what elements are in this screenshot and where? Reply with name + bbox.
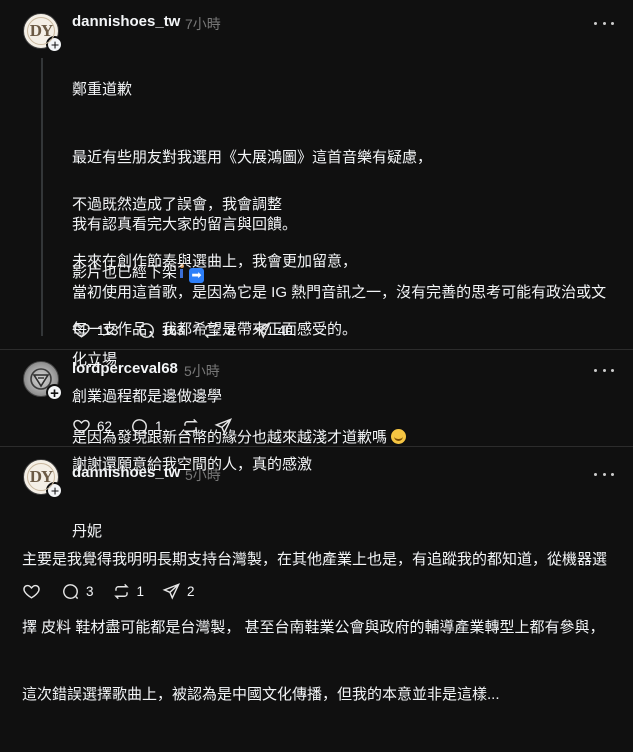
comment-count: 3 <box>86 584 94 599</box>
comment-icon <box>63 584 79 600</box>
like-button[interactable]: 62 <box>72 417 112 436</box>
avatar-logo-text: DY <box>29 21 54 40</box>
share-count: 40 <box>277 323 293 338</box>
smiling-face-emoji-icon <box>391 429 407 444</box>
repost-icon <box>204 322 219 339</box>
post-actions: 62 1 <box>72 417 251 436</box>
send-icon <box>253 322 271 339</box>
avatar-logo-text: DY <box>29 467 54 486</box>
post-line: 這次錯誤選擇歌曲上，被認為是中國文化傳播，但我的本意並非是這樣... <box>22 686 500 703</box>
divider <box>0 446 633 447</box>
avatar[interactable]: DY + <box>23 459 63 500</box>
repost-button[interactable]: 1 <box>112 582 145 601</box>
post-body: 主要是我覺得我明明長期支持台灣製，在其他產業上也是，有追蹤我的都知道，從機器選 … <box>22 504 607 752</box>
send-icon <box>162 583 181 600</box>
post-actions: 113 163 8 40 <box>72 321 311 340</box>
comment-button[interactable]: 163 <box>137 321 185 340</box>
like-count: 113 <box>97 323 119 338</box>
like-count: 62 <box>97 419 113 434</box>
thread-line <box>41 58 43 336</box>
post-actions: 3 1 2 <box>22 582 213 601</box>
more-options-icon[interactable] <box>594 466 614 482</box>
post-username[interactable]: dannishoes_tw <box>72 13 180 30</box>
comment-button[interactable]: 1 <box>130 417 163 436</box>
post-line: 主要是我覺得我明明長期支持台灣製，在其他產業上也是，有追蹤我的都知道，從機器選 <box>22 551 608 568</box>
avatar[interactable]: DY + <box>23 13 63 54</box>
share-button[interactable]: 2 <box>162 582 195 601</box>
repost-count: 8 <box>227 323 235 338</box>
comment-icon <box>132 419 148 435</box>
post-username[interactable]: dannishoes_tw <box>72 464 180 481</box>
more-options-icon[interactable] <box>594 15 614 31</box>
comment-count: 163 <box>161 323 185 338</box>
follow-plus-icon[interactable]: + <box>46 36 63 54</box>
divider <box>0 349 633 350</box>
post-time: 7小時 <box>185 16 221 32</box>
post-line: 擇 皮料 鞋材盡可能都是台灣製， 甚至台南鞋業公會與政府的輔導產業轉型上都有參與… <box>22 618 605 636</box>
like-button[interactable]: 113 <box>72 321 119 340</box>
heart-icon <box>73 323 90 338</box>
heart-icon <box>73 419 90 434</box>
repost-count: 1 <box>136 584 145 599</box>
post-line: 鄭重道歉 <box>72 81 133 98</box>
post-username[interactable]: lordperceval68 <box>72 360 178 377</box>
repost-icon <box>113 583 129 600</box>
comment-button[interactable]: 3 <box>61 582 94 601</box>
repost-button[interactable] <box>181 417 200 436</box>
repost-icon <box>182 418 198 435</box>
follow-plus-icon[interactable]: + <box>46 482 63 500</box>
heart-icon <box>23 584 40 599</box>
send-icon <box>214 418 232 435</box>
comment-icon <box>138 323 154 339</box>
avatar[interactable]: + <box>23 361 63 402</box>
post-line: 未來在創作節奏與選曲上，我會更加留意， <box>72 253 358 270</box>
follow-plus-icon[interactable]: + <box>46 384 63 402</box>
share-count: 2 <box>187 584 195 599</box>
like-button[interactable] <box>22 582 41 601</box>
share-button[interactable]: 40 <box>253 321 293 340</box>
post-time: 5小時 <box>185 467 221 483</box>
repost-button[interactable]: 8 <box>202 321 235 340</box>
share-button[interactable] <box>214 417 233 436</box>
post-time: 5小時 <box>184 363 220 379</box>
comment-count: 1 <box>155 419 163 434</box>
more-options-icon[interactable] <box>594 362 614 378</box>
